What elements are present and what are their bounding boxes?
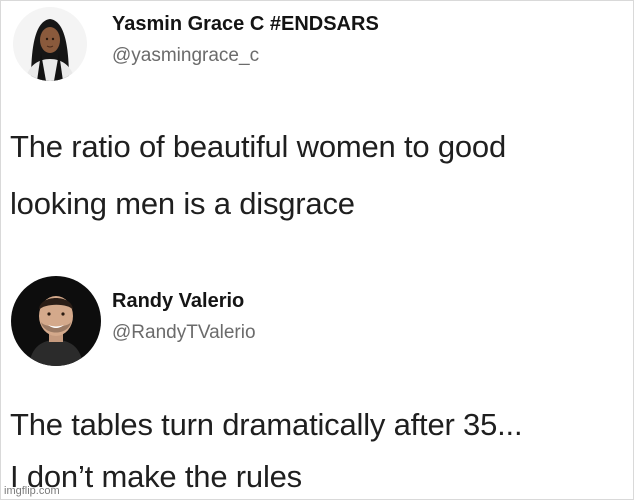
tweet-text-line: The ratio of beautiful women to good <box>10 129 507 164</box>
user-handle[interactable]: @RandyTValerio <box>112 322 256 344</box>
user-handle[interactable]: @yasmingrace_c <box>112 45 259 67</box>
avatar-randy-image <box>11 276 101 366</box>
avatar-yasmin-image <box>13 7 87 81</box>
display-name[interactable]: Randy Valerio <box>112 290 244 313</box>
avatar-yasmin[interactable] <box>13 7 87 81</box>
avatar-randy[interactable] <box>11 276 101 366</box>
screenshot-page: Yasmin Grace C #ENDSARS @yasmingrace_c T… <box>0 0 634 500</box>
imgflip-watermark: imgflip.com <box>4 485 60 497</box>
tweet-text-line: The tables turn dramatically after 35... <box>10 407 523 442</box>
tweet-text-line: looking men is a disgrace <box>10 186 355 221</box>
display-name[interactable]: Yasmin Grace C #ENDSARS <box>112 13 379 36</box>
